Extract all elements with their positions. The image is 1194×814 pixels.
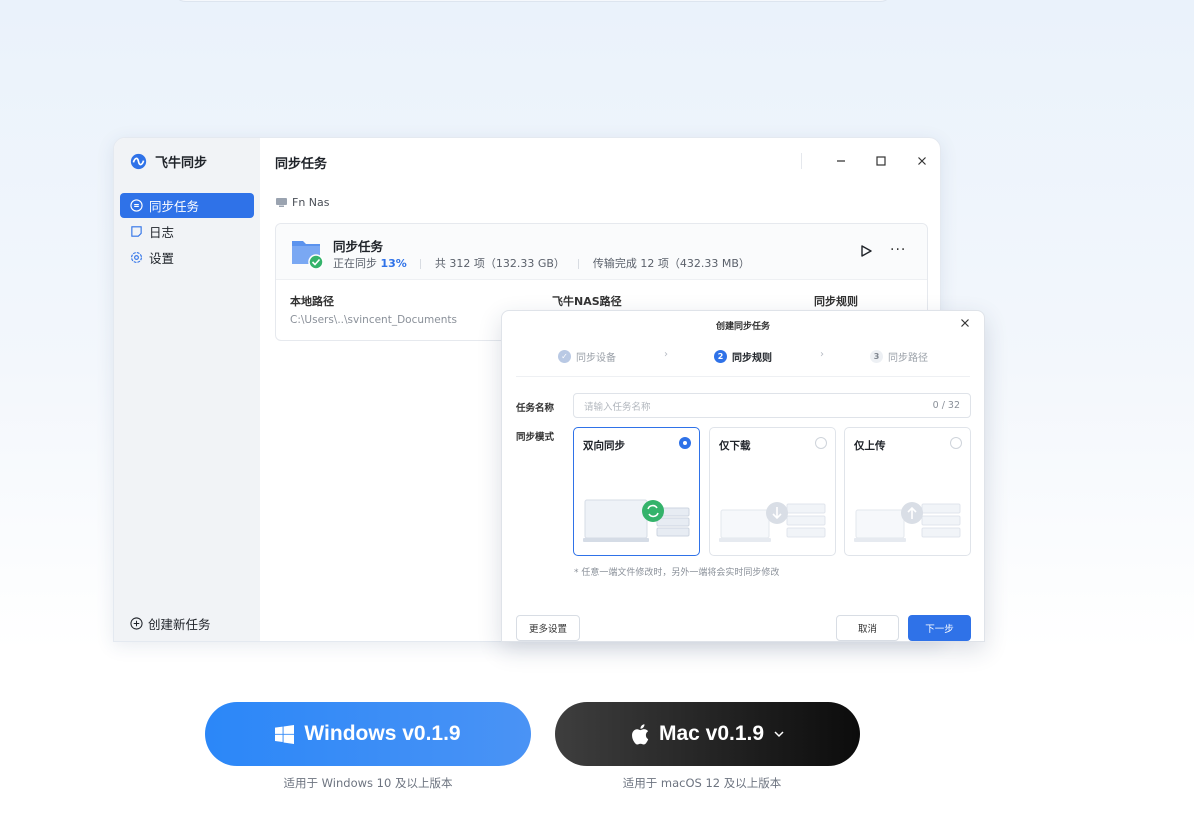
- mode-radio[interactable]: [950, 437, 962, 449]
- sidebar: 飞牛同步 同步任务 日志 设置 创建新任务: [114, 138, 260, 641]
- mode-title: 双向同步: [583, 440, 625, 452]
- windows-download-button[interactable]: Windows v0.1.9: [205, 702, 531, 766]
- mac-download-button[interactable]: Mac v0.1.9: [555, 702, 860, 766]
- maximize-button[interactable]: [872, 152, 890, 170]
- sidebar-item-label: 同步任务: [149, 199, 200, 214]
- plus-circle-icon: [130, 617, 143, 630]
- download-only-illustration: [719, 502, 826, 542]
- create-new-task-button[interactable]: 创建新任务: [130, 614, 211, 633]
- dialog-close-icon[interactable]: [959, 317, 971, 329]
- page-title: 同步任务: [275, 157, 328, 172]
- sidebar-item-sync-tasks[interactable]: 同步任务: [120, 193, 254, 218]
- title-divider: [801, 153, 802, 169]
- windows-logo-icon: [275, 724, 295, 744]
- device-name: Fn Nas: [292, 196, 330, 209]
- sidebar-item-label: 日志: [149, 225, 175, 240]
- gear-icon: [131, 252, 142, 263]
- search-bar-edge: [172, 0, 894, 2]
- task-name-input[interactable]: 请输入任务名称 0 / 32: [573, 393, 971, 418]
- step-indicator: ✓ 同步设备 › 2 同步规则 › 3 同步路径: [516, 349, 970, 377]
- step-check-icon: ✓: [558, 350, 571, 363]
- brand: 飞牛同步: [130, 152, 207, 171]
- windows-download-label: Windows v0.1.9: [304, 722, 461, 745]
- create-sync-task-dialog: 创建同步任务 ✓ 同步设备 › 2 同步规则 › 3 同步路径 任务名称 请输入…: [501, 310, 985, 642]
- sync-rule-label: 同步规则: [814, 295, 858, 308]
- close-icon: [918, 157, 926, 165]
- step-number: 2: [714, 350, 727, 363]
- local-path-value: C:\Users\..\svincent_Documents: [290, 314, 457, 326]
- log-icon: [131, 226, 142, 237]
- task-card-header: 同步任务 正在同步 13% 共 312 项（132.33 GB） 传输完成 12…: [276, 224, 927, 280]
- mode-upload-only-card[interactable]: 仅上传: [844, 427, 971, 556]
- sidebar-item-log[interactable]: 日志: [120, 219, 254, 244]
- dialog-title: 创建同步任务: [715, 322, 770, 332]
- step-paths: 3 同步路径: [870, 349, 928, 364]
- play-icon[interactable]: [859, 244, 873, 258]
- minimize-icon: [837, 160, 845, 162]
- mode-two-way-card[interactable]: 双向同步: [573, 427, 700, 556]
- mode-radio[interactable]: [679, 437, 691, 449]
- total-items: 共 312 项（132.33 GB）: [434, 257, 565, 270]
- step-label: 同步设备: [576, 353, 616, 364]
- sync-progress: 13%: [380, 257, 407, 270]
- cancel-button[interactable]: 取消: [836, 615, 899, 641]
- task-name: 同步任务: [333, 239, 384, 254]
- sidebar-nav: 同步任务 日志 设置: [120, 193, 254, 271]
- step-number: 3: [870, 350, 883, 363]
- next-step-button[interactable]: 下一步: [908, 615, 971, 641]
- step-label: 同步路径: [888, 353, 928, 364]
- sync-mode-hint: * 任意一端文件修改时，另外一端将会实时同步修改: [574, 568, 780, 578]
- more-options-button[interactable]: ···: [890, 242, 906, 258]
- task-name-label: 任务名称: [516, 403, 555, 414]
- transferred-items: 传输完成 12 项（432.33 MB）: [592, 257, 750, 270]
- status-separator: [420, 259, 422, 269]
- device-label: Fn Nas: [276, 196, 330, 209]
- nas-path-label: 飞牛NAS路径: [552, 295, 622, 308]
- mode-download-only-card[interactable]: 仅下载: [709, 427, 836, 556]
- mac-download-label: Mac v0.1.9: [658, 722, 765, 745]
- chevron-right-icon: ›: [664, 349, 668, 360]
- step-label: 同步规则: [732, 353, 772, 364]
- create-new-task-label: 创建新任务: [148, 617, 211, 632]
- sidebar-item-settings[interactable]: 设置: [120, 245, 254, 270]
- sidebar-item-label: 设置: [149, 251, 175, 266]
- upload-only-illustration: [854, 502, 961, 542]
- apple-logo-icon: [631, 723, 649, 745]
- close-button[interactable]: [913, 152, 931, 170]
- chevron-right-icon: ›: [820, 349, 824, 360]
- mode-title: 仅上传: [854, 440, 886, 452]
- chevron-down-icon[interactable]: [774, 730, 784, 738]
- more-settings-button[interactable]: 更多设置: [516, 615, 580, 641]
- local-path-label: 本地路径: [290, 295, 334, 308]
- char-counter: 0 / 32: [932, 400, 960, 411]
- step-rules: 2 同步规则: [714, 349, 772, 364]
- folder-sync-icon: [292, 241, 323, 269]
- two-way-sync-illustration: [583, 499, 690, 542]
- mode-radio[interactable]: [815, 437, 827, 449]
- device-icon: [276, 198, 287, 207]
- sync-mode-label: 同步模式: [516, 432, 555, 443]
- minimize-button[interactable]: [832, 152, 850, 170]
- brand-name: 飞牛同步: [155, 156, 208, 171]
- sync-circle-icon: [130, 199, 143, 212]
- sync-status-text: 正在同步: [333, 257, 377, 270]
- mac-requirement-note: 适用于 macOS 12 及以上版本: [622, 776, 782, 790]
- task-name-placeholder: 请输入任务名称: [584, 401, 651, 413]
- windows-requirement-note: 适用于 Windows 10 及以上版本: [283, 776, 453, 790]
- step-devices: ✓ 同步设备: [558, 349, 616, 364]
- mode-title: 仅下载: [719, 440, 751, 452]
- brand-logo-icon: [130, 153, 147, 170]
- maximize-icon: [876, 156, 886, 166]
- task-status: 正在同步 13% 共 312 项（132.33 GB） 传输完成 12 项（43…: [333, 255, 750, 271]
- status-separator: [578, 259, 580, 269]
